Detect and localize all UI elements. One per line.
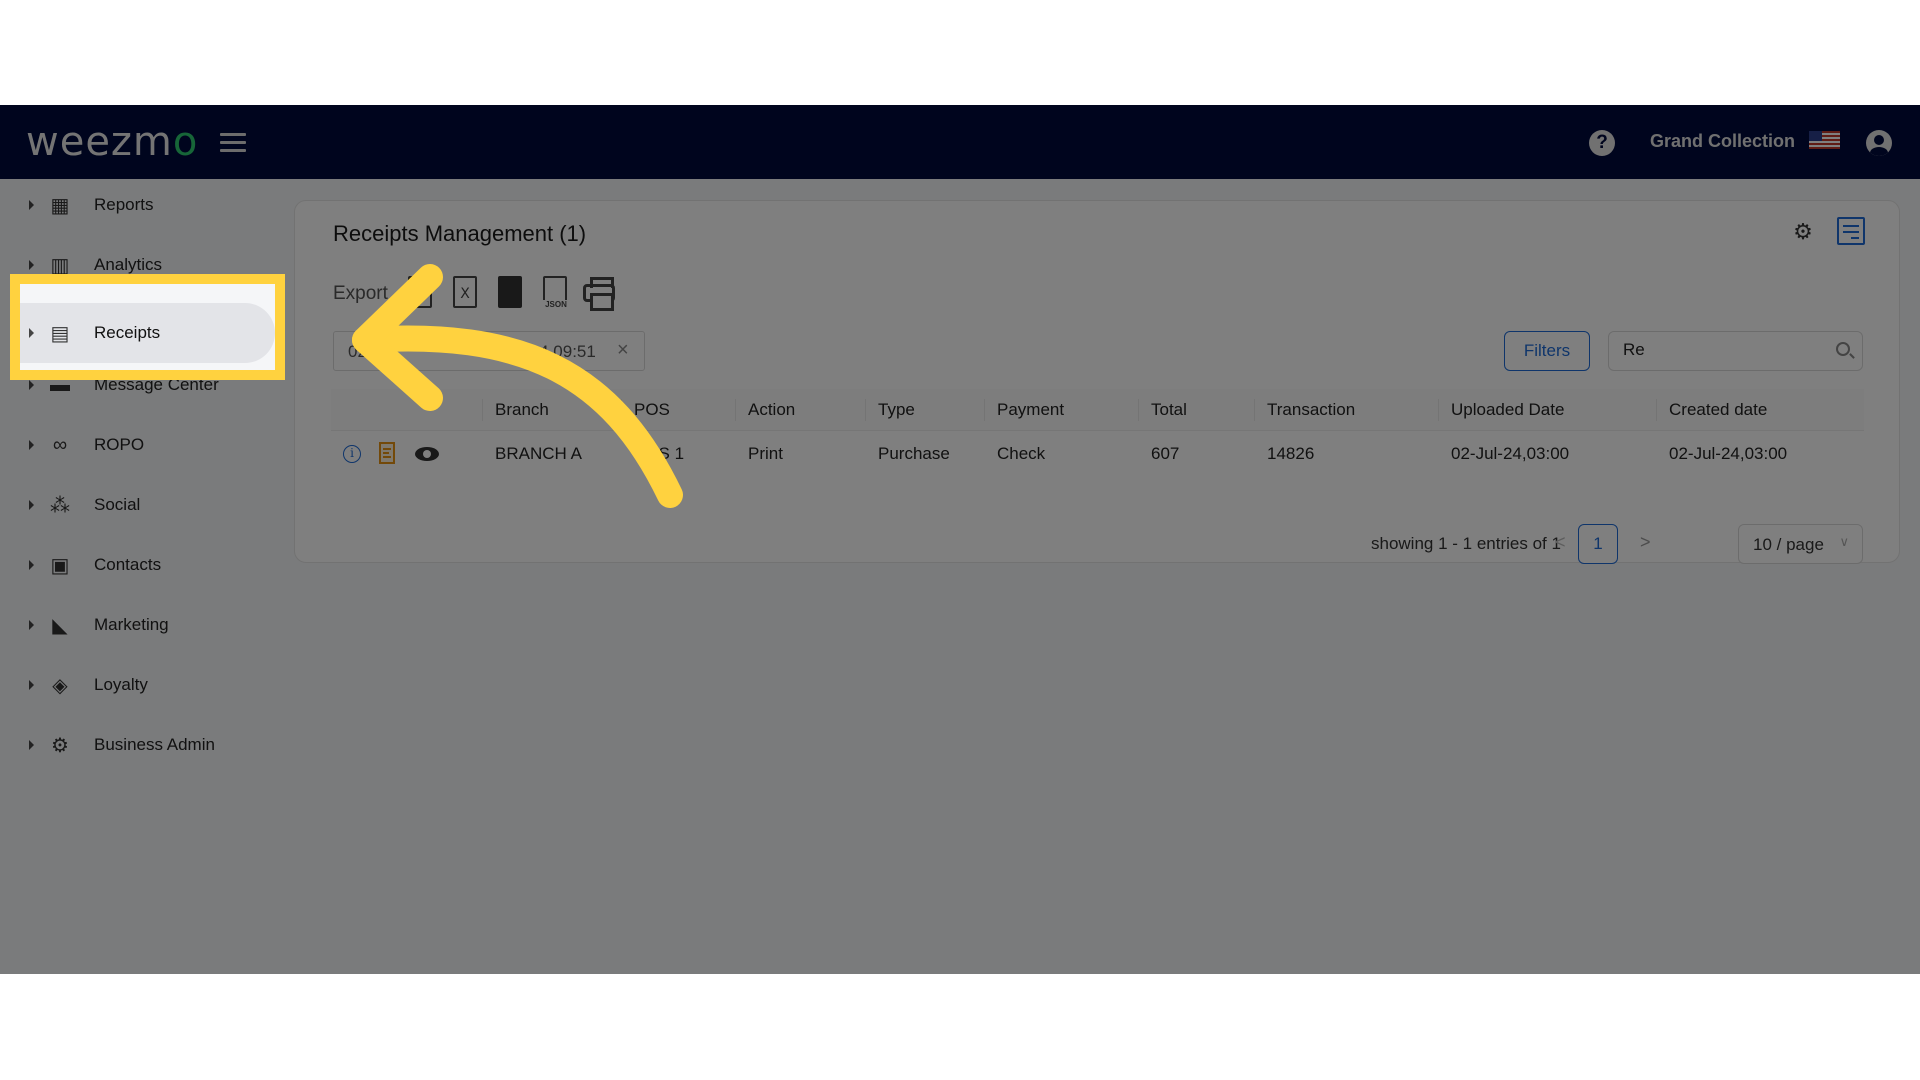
dim-overlay xyxy=(0,370,1920,974)
dim-overlay xyxy=(275,284,1920,370)
dim-overlay xyxy=(0,105,1920,284)
screen: weezmo ? Grand Collection ▦ Reports ▥ An… xyxy=(0,0,1920,1080)
tutorial-highlight-box xyxy=(10,274,285,380)
